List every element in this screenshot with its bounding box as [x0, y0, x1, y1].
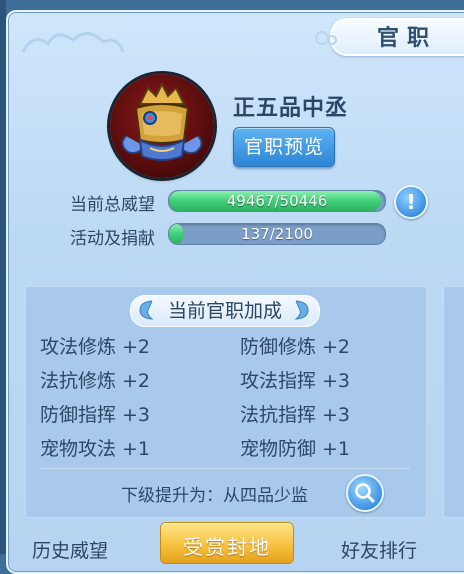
preview-button[interactable]: 官职预览 [233, 127, 335, 167]
donation-bar: 137/2100 [168, 223, 386, 245]
prestige-value: 49467/50446 [226, 192, 328, 210]
reward-fief-button[interactable]: 受赏封地 [160, 522, 294, 564]
swirl-right-icon [294, 300, 309, 320]
prestige-label: 当前总威望 [70, 195, 155, 215]
prestige-bar: 49467/50446 [168, 190, 386, 212]
bonus-value: +3 [322, 370, 351, 392]
search-icon [355, 483, 375, 503]
bonus-value: +2 [122, 370, 151, 392]
bonus-item: 法抗修炼 +2 [40, 366, 150, 393]
bonus-item: 防御指挥 +3 [40, 400, 150, 427]
bonus-value: +2 [322, 336, 351, 358]
bonus-value: +3 [122, 404, 151, 426]
official-hat-emblem [110, 74, 214, 178]
bonus-name: 防御修炼 [240, 336, 317, 358]
bonus-value: +1 [322, 438, 351, 460]
search-button[interactable] [346, 474, 384, 512]
bonus-item: 攻法指挥 +3 [240, 366, 350, 393]
bonus-name: 宠物攻法 [40, 438, 117, 460]
bonus-item: 防御修炼 +2 [240, 332, 350, 359]
cloud-decoration [21, 32, 125, 53]
bonus-name: 攻法指挥 [240, 370, 317, 392]
next-upgrade-label: 下级提升为：从四品少监 [121, 486, 308, 506]
official-hat-icon [121, 81, 203, 161]
bonus-value: +3 [322, 404, 351, 426]
page-title: 官职 [377, 26, 438, 51]
bonus-item: 宠物攻法 +1 [40, 434, 150, 461]
bonus-name: 法抗修炼 [40, 370, 117, 392]
swirl-left-icon [139, 300, 154, 320]
tab-history-prestige[interactable]: 历史威望 [32, 536, 108, 563]
bonus-item: 宠物防御 +1 [240, 434, 350, 461]
rank-name: 正五品中丞 [233, 96, 349, 121]
bonus-name: 防御指挥 [40, 404, 117, 426]
bonus-name: 法抗指挥 [240, 404, 317, 426]
bonus-item: 攻法修炼 +2 [40, 332, 150, 359]
donation-value: 137/2100 [241, 225, 313, 243]
side-panel-edge [443, 286, 464, 518]
bonus-item: 法抗指挥 +3 [240, 400, 350, 427]
divider [40, 468, 410, 469]
donation-label: 活动及捐献 [70, 229, 155, 249]
bonus-name: 宠物防御 [240, 438, 317, 460]
bonus-value: +2 [122, 336, 151, 358]
bonus-value: +1 [122, 438, 151, 460]
cloud-swirl-icon [315, 31, 337, 45]
bonus-name: 攻法修炼 [40, 336, 117, 358]
info-icon[interactable]: ! [394, 185, 428, 219]
tab-friend-ranking[interactable]: 好友排行 [341, 536, 417, 563]
